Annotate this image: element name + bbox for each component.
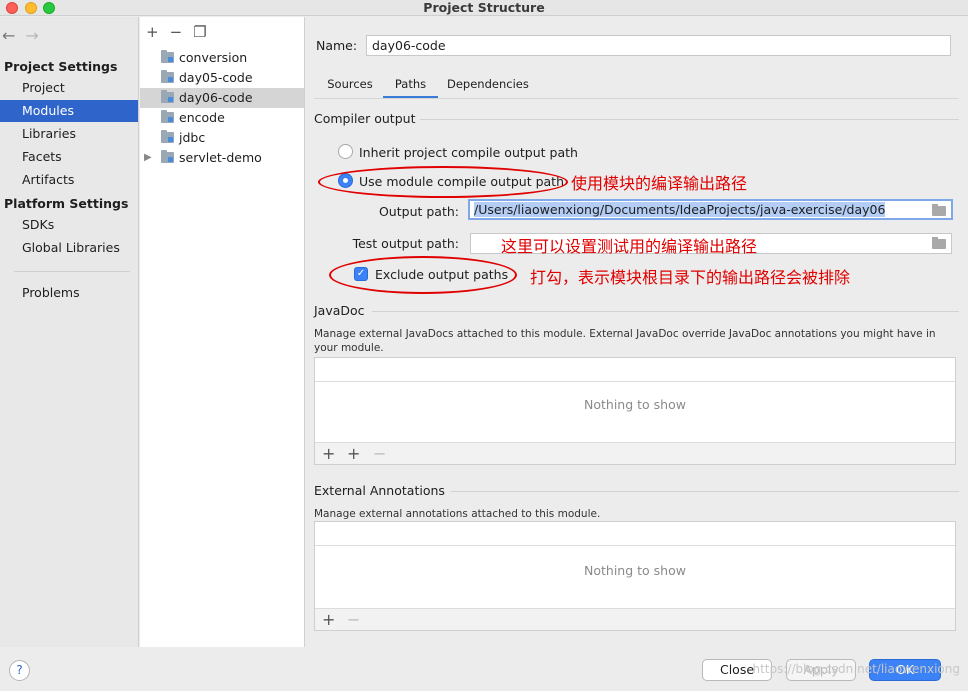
output-path-field[interactable]: /Users/liaowenxiong/Documents/IdeaProjec… (468, 199, 953, 220)
javadoc-title: JavaDoc (314, 303, 365, 318)
remove-javadoc-button[interactable]: − (373, 444, 386, 463)
add-javadoc-button[interactable]: + (322, 444, 335, 463)
module-settings: Name: day06-code Sources Paths Dependenc… (306, 17, 968, 647)
inherit-output-radio[interactable] (338, 144, 353, 159)
inherit-output-label[interactable]: Inherit project compile output path (359, 145, 578, 160)
tab-paths[interactable]: Paths (383, 76, 438, 98)
module-folder-icon (161, 150, 174, 163)
module-label: encode (179, 110, 225, 125)
folder-browse-icon[interactable] (932, 237, 946, 249)
watermark: https://blog.csdn.net/liaowenxiong (752, 662, 960, 676)
settings-sidebar: ← → Project Settings Project Modules Libr… (0, 17, 139, 647)
module-folder-icon (161, 70, 174, 83)
remove-annotation-button[interactable]: − (347, 610, 360, 629)
table-header (315, 358, 955, 382)
group-divider (451, 491, 959, 492)
modules-toolbar: + − ❐ (146, 23, 218, 41)
group-divider (420, 119, 959, 120)
modules-panel: + − ❐ conversion day05-code day06-code enc… (140, 17, 305, 647)
arrow-left-icon[interactable]: ← (2, 26, 15, 45)
sidebar-item-libraries[interactable]: Libraries (0, 123, 138, 145)
sidebar-divider (14, 271, 130, 272)
title-bar: Project Structure (0, 0, 968, 16)
module-folder-icon (161, 50, 174, 63)
module-name-field[interactable]: day06-code (366, 35, 951, 56)
add-module-button[interactable]: + (146, 23, 159, 41)
sidebar-item-sdks[interactable]: SDKs (0, 214, 138, 236)
sidebar-item-artifacts[interactable]: Artifacts (0, 169, 138, 191)
tab-sources[interactable]: Sources (324, 76, 376, 98)
external-annotations-description: Manage external annotations attached to … (314, 508, 601, 520)
sidebar-item-modules[interactable]: Modules (0, 100, 138, 122)
annotation-exclude-note: 打勾，表示模块根目录下的输出路径会被排除 (530, 268, 851, 287)
folder-browse-icon[interactable] (932, 204, 946, 216)
chevron-right-icon[interactable]: ▶ (144, 148, 152, 168)
compiler-output-title: Compiler output (314, 111, 416, 126)
annotation-module-output-note: 使用模块的编译输出路径 (571, 174, 748, 193)
tab-dependencies[interactable]: Dependencies (447, 76, 529, 98)
sidebar-item-project[interactable]: Project (0, 77, 138, 99)
platform-settings-header: Platform Settings (4, 196, 129, 211)
module-item-encode[interactable]: encode (140, 108, 304, 128)
javadoc-description: Manage external JavaDocs attached to thi… (314, 328, 936, 354)
module-folder-icon (161, 90, 174, 103)
javadoc-empty-text: Nothing to show (584, 397, 686, 412)
javadoc-toolbar: + + − (315, 442, 955, 464)
module-label: day06-code (179, 90, 253, 105)
copy-icon[interactable]: ❐ (193, 23, 206, 41)
table-header (315, 522, 955, 546)
module-label: servlet-demo (179, 150, 262, 165)
external-annotations-title: External Annotations (314, 483, 445, 498)
output-path-value: /Users/liaowenxiong/Documents/IdeaProjec… (474, 202, 886, 217)
module-item-day06-code[interactable]: day06-code (140, 88, 304, 108)
add-javadoc-url-button[interactable]: + (347, 444, 360, 463)
sidebar-item-problems[interactable]: Problems (0, 282, 138, 304)
sidebar-item-global-libraries[interactable]: Global Libraries (0, 237, 138, 259)
annotation-test-path-note: 这里可以设置测试用的编译输出路径 (501, 237, 758, 256)
name-label: Name: (316, 38, 358, 53)
javadoc-table: Nothing to show + + − (314, 357, 956, 465)
external-annotations-toolbar: + − (315, 608, 955, 630)
module-label: conversion (179, 50, 248, 65)
annotation-ellipse-module-output (318, 166, 568, 198)
tabs-divider (314, 98, 959, 99)
output-path-label: Output path: (378, 204, 459, 219)
module-item-conversion[interactable]: conversion (140, 48, 304, 68)
annotation-ellipse-exclude (329, 256, 517, 294)
window-title: Project Structure (423, 0, 545, 15)
remove-module-button[interactable]: − (170, 23, 183, 41)
sidebar-item-facets[interactable]: Facets (0, 146, 138, 168)
module-item-servlet-demo[interactable]: ▶ servlet-demo (140, 148, 304, 168)
module-folder-icon (161, 130, 174, 143)
arrow-right-icon[interactable]: → (25, 26, 38, 45)
module-folder-icon (161, 110, 174, 123)
help-button[interactable]: ? (9, 660, 30, 681)
history-nav: ← → (2, 26, 49, 45)
module-label: jdbc (179, 130, 206, 145)
test-output-path-label: Test output path: (352, 236, 459, 251)
add-annotation-button[interactable]: + (322, 610, 335, 629)
module-item-day05-code[interactable]: day05-code (140, 68, 304, 88)
module-item-jdbc[interactable]: jdbc (140, 128, 304, 148)
project-settings-header: Project Settings (4, 59, 118, 74)
module-label: day05-code (179, 70, 253, 85)
external-annotations-empty-text: Nothing to show (584, 563, 686, 578)
group-divider (372, 311, 959, 312)
external-annotations-table: Nothing to show + − (314, 521, 956, 631)
